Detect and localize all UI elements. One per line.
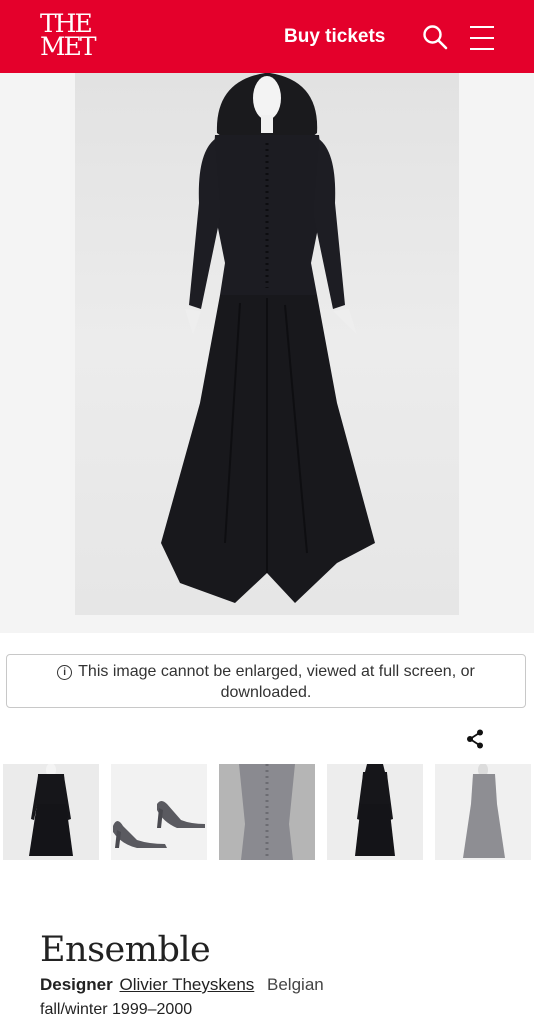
hamburger-menu-icon[interactable] — [469, 25, 495, 51]
thumbnail-front-image — [29, 764, 73, 856]
logo-line-2: MET — [40, 32, 97, 61]
designer-label: Designer — [40, 975, 113, 994]
thumbnail-shoes[interactable] — [111, 764, 207, 860]
site-header: THE MET Buy tickets — [0, 0, 534, 73]
thumbnail-back-detail-image — [239, 764, 295, 860]
met-logo[interactable]: THE MET — [40, 11, 97, 61]
object-date: fall/winter 1999–2000 — [40, 1001, 193, 1018]
info-icon: i — [57, 665, 73, 680]
object-main-image — [75, 73, 459, 615]
search-icon[interactable] — [422, 24, 448, 50]
object-title: Ensemble — [40, 930, 211, 970]
thumbnail-strip — [0, 764, 534, 860]
notice-text-line2: downloaded. — [220, 684, 312, 701]
thumbnail-side-image — [463, 764, 505, 858]
thumbnail-front-alt-image — [355, 764, 395, 856]
thumbnail-shoes-image — [113, 801, 205, 848]
buy-tickets-link[interactable]: Buy tickets — [284, 26, 385, 48]
image-restriction-notice: i This image cannot be enlarged, viewed a… — [6, 654, 526, 708]
designer-line: Designer Olivier Theyskens Belgian — [40, 975, 324, 995]
thumbnail-front[interactable] — [3, 764, 99, 860]
thumbnail-front-alt[interactable] — [327, 764, 423, 860]
thumbnail-back-detail[interactable] — [219, 764, 315, 860]
share-icon[interactable] — [465, 729, 485, 749]
notice-text-line1: This image cannot be enlarged, viewed at… — [78, 663, 475, 680]
ensemble-illustration — [161, 73, 375, 603]
thumbnail-side[interactable] — [435, 764, 531, 860]
designer-name-link[interactable]: Olivier Theyskens — [119, 975, 254, 994]
designer-nationality: Belgian — [267, 975, 324, 994]
